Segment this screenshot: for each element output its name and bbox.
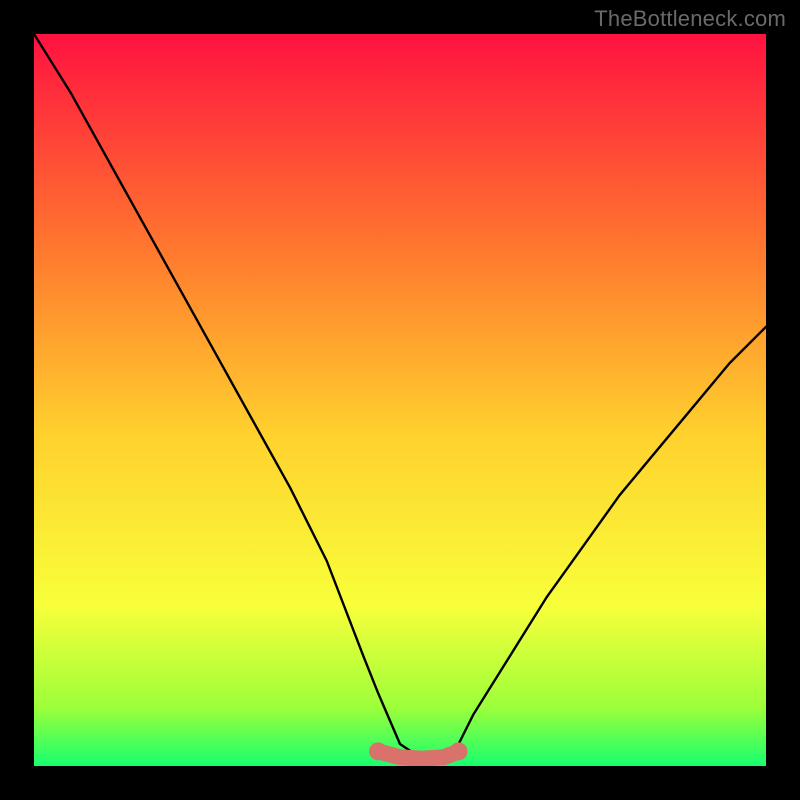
- gradient-background: [34, 34, 766, 766]
- optimal-range-end-dot: [450, 742, 468, 760]
- chart-frame: TheBottleneck.com: [0, 0, 800, 800]
- optimal-range-highlight: [378, 751, 459, 758]
- watermark-text: TheBottleneck.com: [594, 6, 786, 32]
- plot-svg: [34, 34, 766, 766]
- plot-area: [34, 34, 766, 766]
- optimal-range-start-dot: [369, 742, 387, 760]
